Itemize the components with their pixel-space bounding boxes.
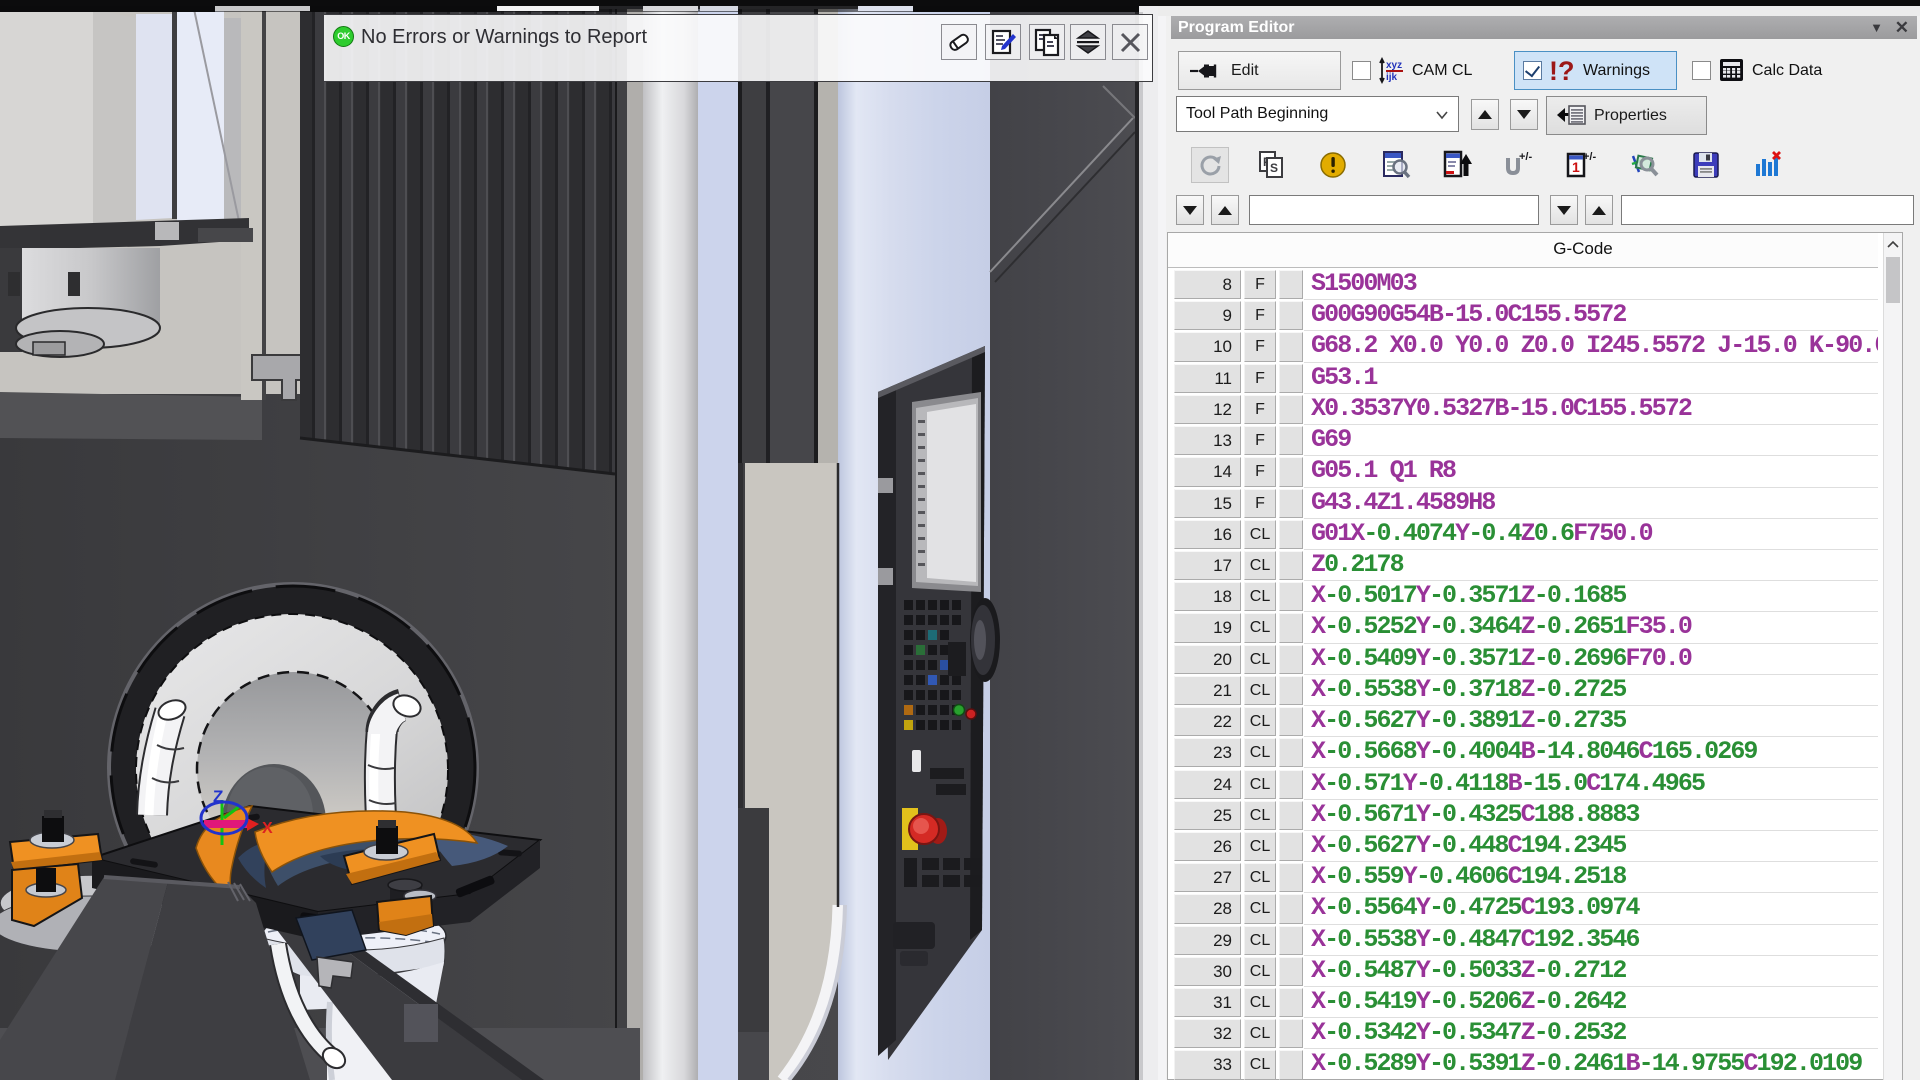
svg-text:+/-: +/- (1583, 151, 1596, 163)
svg-text:+/-: +/- (1519, 151, 1532, 163)
svg-text:X: X (262, 820, 273, 837)
svg-text:!?: !? (1549, 56, 1574, 85)
svg-text:Z: Z (213, 787, 223, 806)
svg-text:ijk: ijk (1386, 72, 1398, 83)
svg-text:1: 1 (1572, 159, 1580, 175)
svg-text:S: S (1270, 161, 1278, 175)
svg-text:xyz: xyz (1386, 60, 1402, 71)
